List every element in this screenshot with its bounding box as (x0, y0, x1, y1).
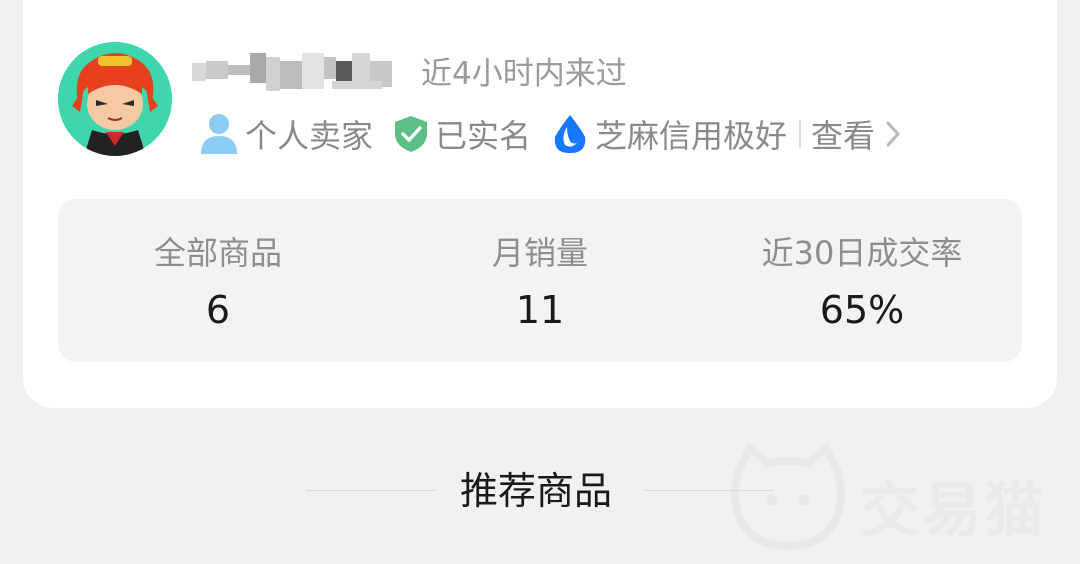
person-icon (201, 114, 237, 154)
badge-label: 已实名 (435, 117, 532, 155)
stat-value: 6 (205, 288, 231, 332)
divider-left (306, 490, 436, 491)
stat-value: 11 (515, 288, 565, 332)
shield-check-icon (395, 116, 428, 152)
stat-label: 近30日成交率 (761, 234, 963, 272)
stat-value: 65% (819, 288, 905, 332)
stat-label: 月销量 (491, 234, 588, 272)
recommend-title: 推荐商品 (460, 469, 613, 513)
view-credit-link[interactable]: 查看 (811, 111, 901, 157)
seller-stats-panel: 全部商品 6 月销量 11 近30日成交率 65% (58, 199, 1022, 362)
badge-real-name: 已实名 (393, 111, 531, 157)
view-label: 查看 (811, 117, 876, 155)
last-seen-text: 近4小时内来过 (421, 56, 627, 92)
avatar-image (58, 42, 172, 156)
stat-label: 全部商品 (153, 234, 282, 272)
badge-label: 个人卖家 (245, 117, 374, 155)
seller-name-pixelated (192, 53, 392, 91)
badge-sesame-credit: 芝麻信用极好 (551, 111, 787, 157)
stat-deal-rate: 近30日成交率 65% (712, 231, 1012, 335)
badge-label: 芝麻信用极好 (595, 117, 788, 155)
divider (799, 120, 802, 148)
divider-right (644, 490, 774, 491)
sesame-credit-icon (554, 115, 586, 153)
seller-badges: 个人卖家 已实名 芝麻信用极好 查看 (199, 110, 901, 158)
stat-all-products[interactable]: 全部商品 6 (68, 231, 368, 335)
seller-avatar[interactable] (58, 42, 172, 156)
recommend-section-header: 推荐商品 (0, 466, 1080, 516)
stat-monthly-sales: 月销量 11 (390, 231, 690, 335)
badge-personal-seller: 个人卖家 (199, 111, 373, 157)
chevron-right-icon (886, 121, 900, 147)
